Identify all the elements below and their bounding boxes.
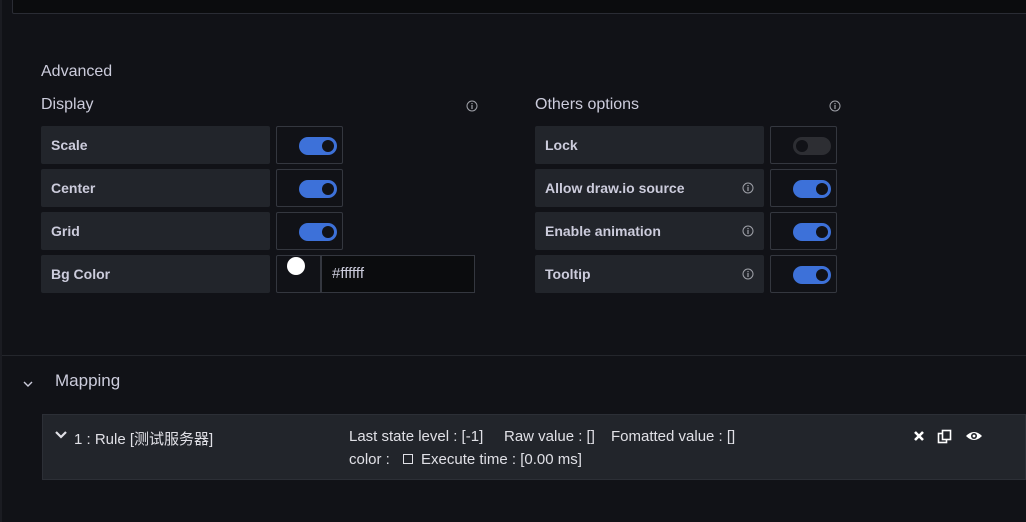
grid-label: Grid <box>41 212 270 250</box>
color-label: color : <box>349 451 390 468</box>
allow-drawio-toggle[interactable] <box>770 169 837 207</box>
section-divider <box>2 355 1026 356</box>
lock-label: Lock <box>535 126 764 164</box>
enable-animation-toggle[interactable] <box>770 212 837 250</box>
delete-icon[interactable] <box>913 429 925 447</box>
enable-animation-label-text: Enable animation <box>545 223 661 239</box>
bg-color-swatch[interactable] <box>276 255 321 293</box>
rule-expand-chevron-icon[interactable] <box>54 428 68 445</box>
rule-title: 1 : Rule [测试服务器] <box>74 431 214 448</box>
scale-label: Scale <box>41 126 270 164</box>
center-label: Center <box>41 169 270 207</box>
display-title: Display <box>41 96 94 113</box>
tooltip-info-icon[interactable] <box>742 268 754 280</box>
color-preview-box <box>403 454 413 464</box>
color-dot <box>287 257 305 275</box>
top-input-bar[interactable] <box>12 0 1026 14</box>
enable-animation-label: Enable animation <box>535 212 764 250</box>
mapping-rule-row[interactable]: 1 : Rule [测试服务器] Last state level : [-1]… <box>42 414 1026 480</box>
tooltip-label: Tooltip <box>535 255 764 293</box>
mapping-collapse-chevron-icon[interactable] <box>22 376 34 392</box>
enable-animation-info-icon[interactable] <box>742 225 754 237</box>
panel-left-border <box>0 0 2 522</box>
tooltip-toggle[interactable] <box>770 255 837 293</box>
advanced-title: Advanced <box>41 63 113 80</box>
others-info-icon[interactable] <box>829 100 841 112</box>
bg-color-label: Bg Color <box>41 255 270 293</box>
allow-drawio-label-text: Allow draw.io source <box>545 180 685 196</box>
others-options-title: Others options <box>535 96 640 113</box>
grid-toggle[interactable] <box>276 212 343 250</box>
raw-value: Raw value : [] <box>504 428 595 445</box>
lock-toggle[interactable] <box>770 126 837 164</box>
bg-color-input[interactable]: #ffffff <box>321 255 475 293</box>
mapping-title[interactable]: Mapping <box>55 371 120 391</box>
scale-toggle[interactable] <box>276 126 343 164</box>
execute-time: Execute time : [0.00 ms] <box>421 451 582 468</box>
display-info-icon[interactable] <box>466 100 478 112</box>
last-state-level: Last state level : [-1] <box>349 428 484 445</box>
tooltip-label-text: Tooltip <box>545 266 591 282</box>
allow-drawio-info-icon[interactable] <box>742 182 754 194</box>
lock-label-text: Lock <box>545 137 578 153</box>
formatted-value: Fomatted value : [] <box>611 428 736 445</box>
duplicate-icon[interactable] <box>937 429 953 449</box>
view-icon[interactable] <box>965 429 983 447</box>
allow-drawio-label: Allow draw.io source <box>535 169 764 207</box>
center-toggle[interactable] <box>276 169 343 207</box>
